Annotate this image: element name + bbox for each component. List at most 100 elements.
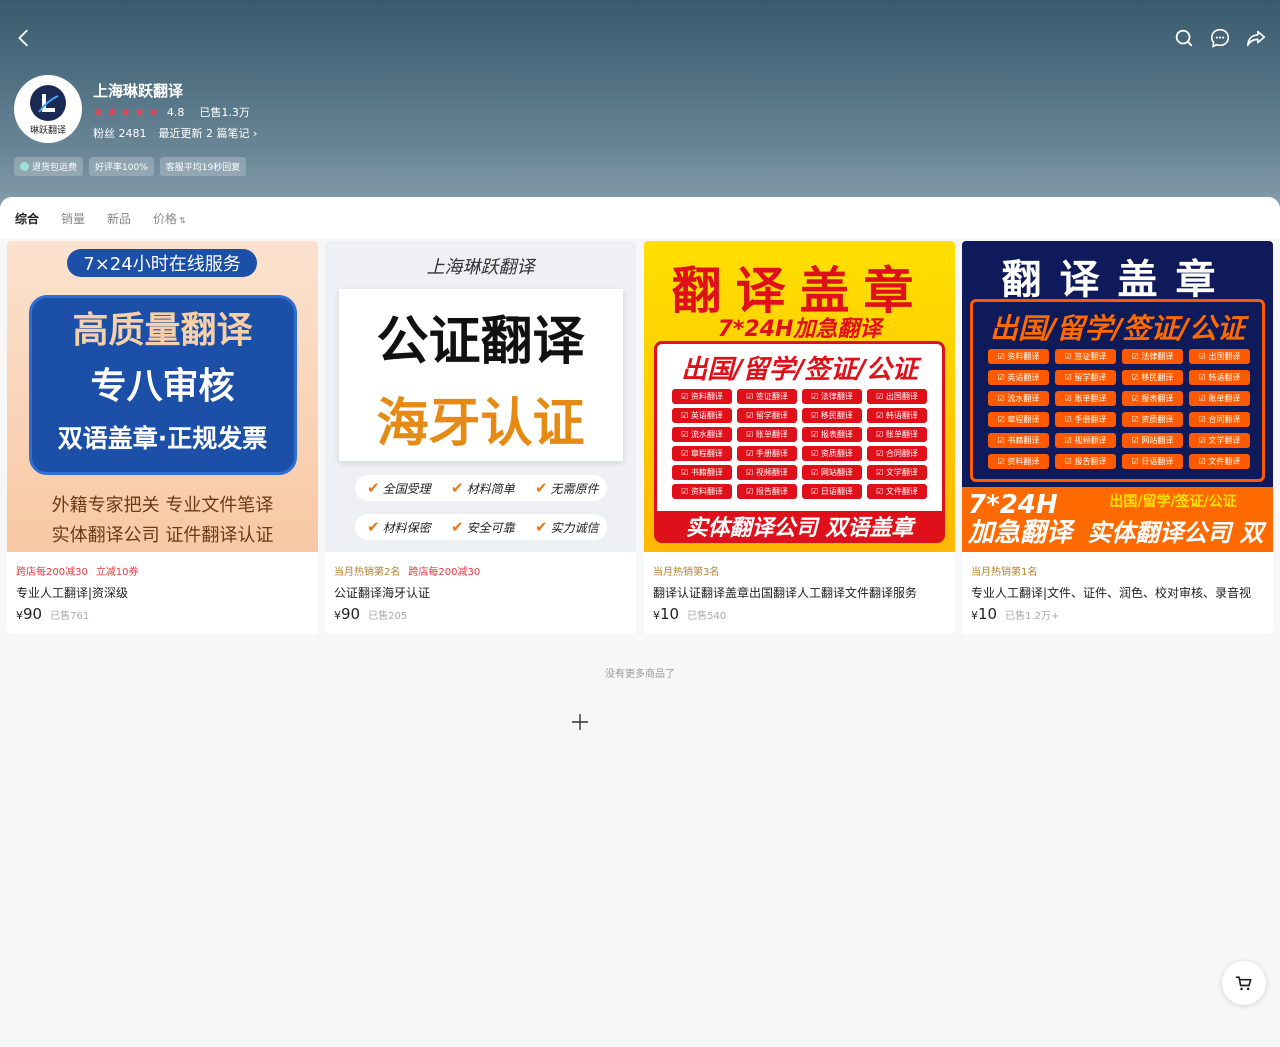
check-icon: ✔ [535, 479, 548, 497]
recent-notes-link[interactable]: 最近更新 2 篇笔记 › [159, 125, 258, 141]
product-image[interactable]: 翻译盖章 7*24H加急翻译 出国/留学/签证/公证 ☑ 资料翻译 ☑ 签证翻译 ☑… [644, 241, 955, 552]
service-chip: ☑ 账单翻译 [1189, 391, 1250, 406]
service-chip-grid: ☑ 资料翻译 ☑ 签证翻译 ☑ 法律翻译 ☑ 出国翻译 ☑ 英语翻译 ☑ 留学翻译 ☑ 移民… [988, 349, 1252, 469]
chevron-right-icon: › [253, 127, 258, 140]
service-chip: ☑ 日语翻译 [802, 484, 862, 499]
service-chip: ☑ 法律翻译 [1122, 349, 1183, 364]
shop-logo-text: 琳跃翻译 [29, 125, 66, 136]
product-title[interactable]: 公证翻译海牙认证 [334, 584, 629, 601]
sort-arrows-icon: ⇅ [179, 215, 186, 225]
product-card[interactable]: 翻译盖章 出国/留学/签证/公证 ☑ 资料翻译 ☑ 签证翻译 ☑ 法律翻译 ☑ 出国翻… [962, 241, 1273, 634]
product-price: ¥90 [16, 605, 43, 623]
rating-score: 4.8 [166, 105, 185, 119]
image-heading: 出国/留学/签证/公证 [681, 355, 918, 385]
product-image[interactable]: 上海琳跃翻译 公证翻译 海牙认证 ✔ 全国受理 ✔ 材料简单 ✔ 无需原件 ✔ 材料保密… [325, 241, 636, 552]
image-bottom-top: 出国/留学/签证/公证 [1109, 494, 1237, 510]
price-row: ¥10 已售1.2万+ [971, 605, 1059, 623]
product-sold: 已售1.2万+ [1005, 611, 1060, 622]
share-button[interactable] [1244, 26, 1268, 50]
sort-tab-comprehensive[interactable]: 综合 [15, 210, 39, 227]
search-button[interactable] [1172, 26, 1196, 50]
check-icon: ✔ [367, 518, 380, 536]
service-chip: ☑ 英语翻译 [988, 370, 1049, 385]
service-chip: ☑ 文学翻译 [867, 465, 927, 480]
shop-badges: 退货包运费 好评率100% 客服平均19秒回复 [14, 157, 247, 176]
rank-tag: 当月热销第2名 [334, 567, 401, 578]
badge-return-shipping: 退货包运费 [14, 157, 84, 176]
product-image[interactable]: 7×24小时在线服务 高质量翻译 专八审核 双语盖章·正规发票 外籍专家把关 专… [7, 241, 318, 552]
shop-avatar[interactable]: 琳跃翻译 [14, 75, 82, 143]
shop-rating: ★ ★ ★ ★ ★ 4.8 已售1.3万 [93, 104, 250, 120]
shop-name[interactable]: 上海琳跃翻译 [93, 80, 183, 101]
product-card[interactable]: 翻译盖章 7*24H加急翻译 出国/留学/签证/公证 ☑ 资料翻译 ☑ 签证翻译 ☑… [644, 241, 955, 634]
rank-tag: 当月热销第3名 [653, 567, 720, 578]
image-line: 外籍专家把关 专业文件笔译 [51, 495, 274, 516]
service-chip: ☑ 资料翻译 [988, 454, 1049, 469]
service-chip: ☑ 日语翻译 [1122, 454, 1183, 469]
product-price: ¥10 [653, 605, 680, 623]
back-button[interactable] [12, 26, 36, 50]
product-price: ¥10 [971, 605, 998, 623]
service-chip: ☑ 资料翻译 [672, 389, 732, 404]
plus-icon[interactable] [571, 713, 589, 731]
feature-item: ✔ 材料简单 [451, 479, 515, 497]
promo-tags: 当月热销第3名 [653, 563, 719, 578]
service-chip: ☑ 书籍翻译 [988, 433, 1049, 448]
feature-item: ✔ 无需原件 [535, 479, 599, 497]
service-chip: ☑ 资质翻译 [802, 446, 862, 461]
check-icon: ✔ [451, 479, 464, 497]
product-card[interactable]: 上海琳跃翻译 公证翻译 海牙认证 ✔ 全国受理 ✔ 材料简单 ✔ 无需原件 ✔ 材料保密… [325, 241, 636, 634]
shop-stats: 粉丝 2481 最近更新 2 篇笔记 › [93, 125, 257, 141]
product-title[interactable]: 翻译认证翻译盖章出国翻译人工翻译文件翻译服务 [653, 584, 948, 601]
service-chip: ☑ 移民翻译 [1122, 370, 1183, 385]
image-bottom-left: 7*24H 加急翻译 [968, 490, 1073, 548]
cart-button[interactable] [1222, 961, 1266, 1005]
service-chip: ☑ 留学翻译 [737, 408, 797, 423]
service-chip: ☑ 签证翻译 [737, 389, 797, 404]
image-line: 实体翻译公司 证件翻译认证 [51, 525, 274, 546]
service-chip: ☑ 书籍翻译 [672, 465, 732, 480]
customer-service-button[interactable] [1208, 26, 1232, 50]
cart-icon [1235, 976, 1252, 991]
promo-tags: 当月热销第2名 跨店每200减30 [334, 563, 480, 578]
promo-tag: 跨店每200减30 [16, 567, 88, 578]
sort-bar: 综合 销量 新品 价格 ⇅ [0, 197, 1280, 239]
feature-item: ✔ 安全可靠 [451, 518, 515, 536]
product-card[interactable]: 7×24小时在线服务 高质量翻译 专八审核 双语盖章·正规发票 外籍专家把关 专… [7, 241, 318, 634]
sort-tab-price[interactable]: 价格 ⇅ [153, 210, 186, 227]
product-title[interactable]: 专业人工翻译|文件、证件、润色、校对审核、录音视 [971, 584, 1266, 601]
service-chip: ☑ 流水翻译 [672, 427, 732, 442]
check-icon [20, 162, 29, 171]
sort-tab-sales[interactable]: 销量 [61, 210, 85, 227]
service-chip: ☑ 账单翻译 [1055, 391, 1116, 406]
product-image[interactable]: 翻译盖章 出国/留学/签证/公证 ☑ 资料翻译 ☑ 签证翻译 ☑ 法律翻译 ☑ 出国翻… [962, 241, 1273, 552]
sort-tab-new[interactable]: 新品 [107, 210, 131, 227]
service-chip: ☑ 视频翻译 [737, 465, 797, 480]
service-chip: ☑ 网站翻译 [1122, 433, 1183, 448]
service-chip: ☑ 移民翻译 [802, 408, 862, 423]
service-chip: ☑ 章程翻译 [988, 412, 1049, 427]
feature-item: ✔ 实力诚信 [535, 518, 599, 536]
image-line: 双语盖章·正规发票 [57, 424, 268, 453]
service-chip: ☑ 合同翻译 [1189, 412, 1250, 427]
service-chip: ☑ 手册翻译 [737, 446, 797, 461]
service-chip: ☑ 韩语翻译 [867, 408, 927, 423]
image-bottom-banner: 实体翻译公司 双语盖章 [657, 511, 942, 541]
shop-sold-count: 已售1.3万 [199, 106, 250, 119]
image-bottom-right: 实体翻译公司 双语盖章 [1087, 519, 1264, 547]
fans-count: 粉丝 2481 [93, 127, 147, 140]
service-chip: ☑ 文学翻译 [1189, 433, 1250, 448]
chevron-left-icon [18, 29, 28, 47]
product-sold: 已售540 [687, 611, 727, 622]
service-chip: ☑ 账单翻译 [737, 427, 797, 442]
promo-tag: 立减10券 [95, 567, 139, 578]
service-chip-grid: ☑ 资料翻译 ☑ 签证翻译 ☑ 法律翻译 ☑ 出国翻译 ☑ 英语翻译 ☑ 留学翻译 ☑ 移民… [672, 389, 932, 499]
promo-tags: 跨店每200减30 立减10券 [16, 563, 139, 578]
service-chip: ☑ 韩语翻译 [1189, 370, 1250, 385]
check-icon: ✔ [451, 518, 464, 536]
service-chip: ☑ 流水翻译 [988, 391, 1049, 406]
share-icon [1246, 30, 1266, 47]
image-line: 公证翻译 [376, 312, 585, 372]
image-line: 专八审核 [90, 366, 235, 407]
product-title[interactable]: 专业人工翻译|资深级 [16, 584, 311, 601]
